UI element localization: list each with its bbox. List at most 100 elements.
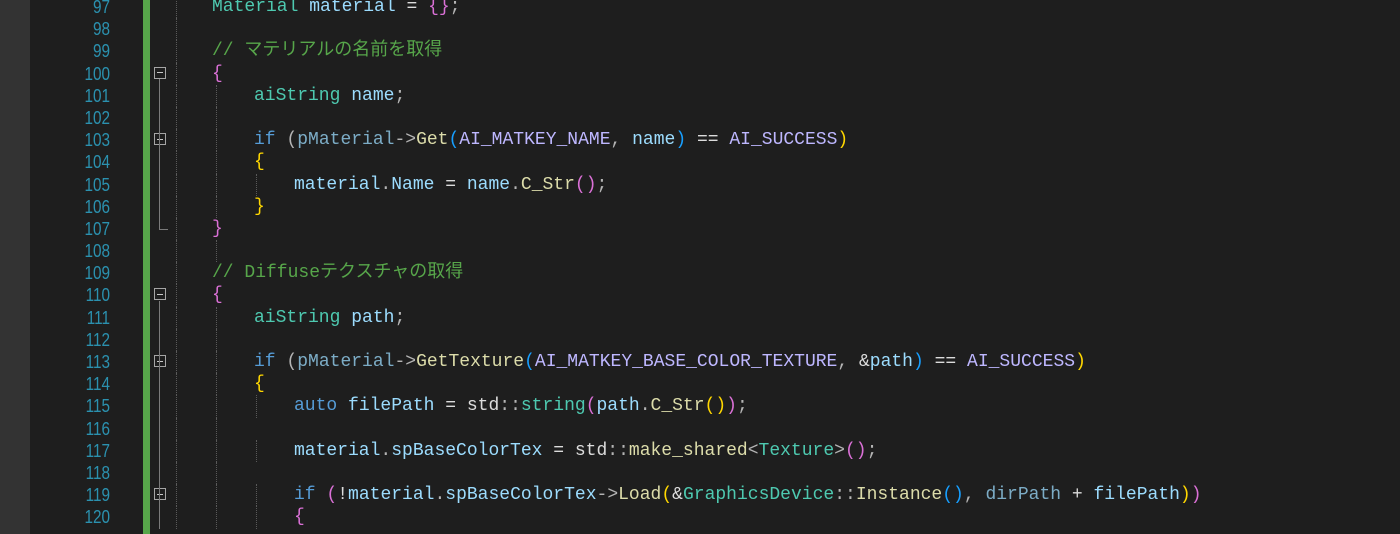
code-token: . [380,440,392,461]
code-token: Instance [855,485,943,506]
code-token: -> [394,130,417,151]
code-line[interactable]: 111 aiString path; [0,306,1400,329]
code-token: ) [837,130,849,151]
code-token: } [254,196,265,217]
indent-guide [216,151,217,174]
code-token: material [348,485,435,506]
code-token: if [294,485,316,506]
code-text[interactable]: { [254,151,265,173]
code-text[interactable]: { [212,63,223,85]
code-text[interactable]: aiString path; [254,307,405,329]
collapse-toggle-icon[interactable] [154,133,166,146]
code-token: Material [212,0,299,17]
code-line[interactable]: 116 [0,417,1400,440]
code-token: , [963,485,986,506]
indent-guide [176,84,177,107]
code-line[interactable]: 106} [0,195,1400,218]
code-line[interactable]: 102 [0,106,1400,130]
code-text[interactable]: } [254,196,265,218]
code-token: = [434,174,467,195]
indent-guide [216,106,217,130]
indent-guide [256,173,257,196]
code-text[interactable]: auto filePath = std::string(path.C_Str()… [294,395,748,417]
code-token: & [858,352,870,372]
collapse-toggle-icon[interactable] [154,288,166,301]
code-text[interactable]: { [294,506,305,528]
code-line[interactable]: 97 Material material = {}; [0,0,1400,19]
code-token: = [542,440,575,461]
code-line[interactable]: 119 if (!material.spBaseColorTex->Load(&G… [0,484,1400,507]
code-line[interactable]: 101 aiString name; [0,84,1400,107]
code-text[interactable]: { [212,284,223,306]
indent-guide [176,262,177,285]
code-text[interactable]: if (pMaterial->GetTexture(AI_MATKEY_BASE… [254,351,1086,373]
code-line[interactable]: 112 [0,328,1400,351]
code-token: path [351,307,395,328]
code-token: ( [661,485,673,506]
code-token: . [510,174,521,195]
code-token: Get [416,130,449,151]
indent-guide [256,439,257,462]
line-number: 101 [84,85,110,106]
code-token: ) [1075,352,1086,372]
code-line[interactable]: 108 [0,240,1400,263]
code-token: AI_SUCCESS [967,352,1076,372]
code-text[interactable]: // マテリアルの名前を取得 [212,40,442,62]
code-line[interactable]: 113 if (pMaterial->GetTexture(AI_MATKEY_B… [0,351,1400,374]
code-token: Texture [758,440,835,461]
collapse-toggle-icon[interactable] [154,488,166,501]
code-token: { [212,63,223,84]
code-token: < [747,440,759,461]
code-token: ; [866,440,878,461]
code-line[interactable]: 99 // マテリアルの名前を取得 [0,40,1400,63]
code-text[interactable]: Material material = {}; [212,0,460,18]
code-text[interactable]: aiString name; [254,85,405,107]
code-text[interactable]: material.spBaseColorTex = std::make_shar… [294,440,877,462]
code-token: == [923,352,968,372]
code-text[interactable]: } [212,218,223,240]
code-text[interactable]: if (!material.spBaseColorTex->Load(&Grap… [294,484,1202,506]
line-number: 104 [84,152,110,173]
indent-guide [176,151,177,174]
code-line[interactable]: 104 { [0,151,1400,174]
code-line[interactable]: 114 { [0,373,1400,396]
code-editor[interactable]: 97 Material material = {}; 98 99 // マテリアルの名前… [0,0,1400,534]
indent-guide [216,84,217,107]
code-token: , [837,352,859,372]
code-token: > [834,440,845,461]
indent-guide [176,328,177,351]
code-token: name [466,174,511,195]
code-lines[interactable]: 97 Material material = {}; 98 99 // マテリアルの名前… [0,0,1400,529]
code-line[interactable]: 110 { [0,284,1400,307]
code-line[interactable]: 100 { [0,62,1400,85]
code-token: -> [394,352,417,372]
code-token: :: [834,485,856,506]
code-line[interactable]: 115 auto filePath = std::string(path.C_St… [0,395,1400,418]
code-token: {} [428,0,450,17]
code-line[interactable]: 120 { [0,506,1400,529]
code-line[interactable]: 109 // Diffuseテクスチャの取得 [0,262,1400,285]
code-token: dirPath [985,485,1062,506]
code-line[interactable]: 105 material.Name = name.C_Str(); [0,173,1400,196]
code-text[interactable]: if (pMaterial->Get(AI_MATKEY_NAME, name)… [254,129,848,151]
indent-guide [216,328,217,351]
code-text[interactable]: material.Name = name.C_Str(); [294,174,607,196]
code-text[interactable]: { [254,373,265,395]
code-line[interactable]: 107} [0,217,1400,241]
code-token: C_Str [650,396,705,417]
code-line[interactable]: 103 if (pMaterial->Get(AI_MATKEY_NAME, na… [0,129,1400,152]
code-token: :: [499,396,521,417]
code-token: () [942,485,964,506]
collapse-toggle-icon[interactable] [154,66,166,79]
code-line[interactable]: 117 material.spBaseColorTex = std::make_s… [0,439,1400,462]
code-line[interactable]: 118 [0,461,1400,485]
code-text[interactable]: // Diffuseテクスチャの取得 [212,262,463,284]
collapse-toggle-icon[interactable] [154,355,166,367]
outline-end [159,229,168,230]
code-line[interactable]: 98 [0,18,1400,41]
